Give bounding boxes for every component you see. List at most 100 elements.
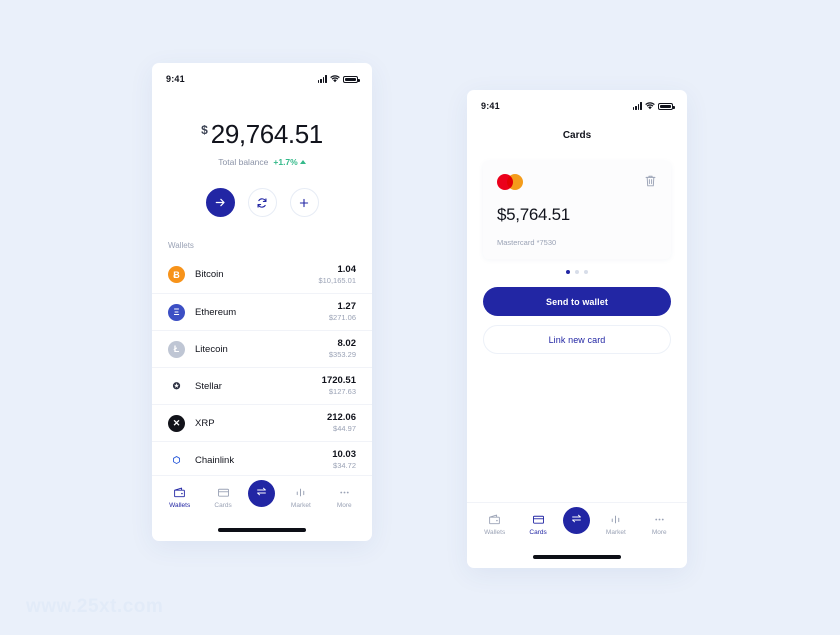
wallet-values: 212.06 $44.97 [327, 412, 356, 434]
wallet-name: XRP [195, 417, 215, 429]
wifi-icon [645, 102, 655, 110]
tab-wallets[interactable]: Wallets [477, 513, 513, 536]
wallet-usd-value: $271.06 [328, 313, 356, 323]
wallet-icon [173, 486, 186, 499]
wallet-values: 1.04 $10,165.01 [318, 264, 356, 286]
home-indicator [152, 519, 372, 541]
tab-label: Market [605, 529, 626, 536]
status-bar: 9:41 [467, 90, 687, 116]
tab-label: More [336, 502, 352, 509]
tab-more[interactable]: More [326, 486, 362, 509]
stellar-icon: ✪ [168, 377, 185, 395]
credit-card-header [497, 174, 657, 193]
credit-card[interactable]: $5,764.51 Mastercard *7530 [483, 161, 671, 259]
quick-actions [152, 188, 372, 217]
tab-label: Wallets [169, 502, 191, 509]
status-icons [632, 102, 675, 110]
wallet-name: Chainlink [195, 454, 235, 466]
signal-bars-icon [317, 75, 327, 83]
phone-cards-screen: 9:41 Cards $5,764.51 Mastercard *7530 Se… [467, 90, 687, 568]
wallet-name: Litecoin [195, 343, 228, 355]
swap-arrows-icon [255, 485, 268, 503]
wallets-list-label: Wallets [168, 241, 194, 250]
bottom-tab-bar[interactable]: Wallets Cards Market More [152, 475, 372, 519]
wallet-row[interactable]: Ƀ Bitcoin 1.04 $10,165.01 [152, 256, 372, 293]
tab-wallets[interactable]: Wallets [162, 486, 198, 509]
wallet-row[interactable]: Ξ Ethereum 1.27 $271.06 [152, 293, 372, 330]
xrp-icon: ✕ [168, 414, 185, 432]
wallet-name: Bitcoin [195, 269, 224, 280]
wallet-name: Ethereum [195, 306, 237, 318]
wallet-quantity: 1.04 [337, 263, 357, 275]
ethereum-icon: Ξ [168, 303, 185, 321]
ellipsis-icon [338, 486, 351, 499]
trash-icon [645, 175, 656, 187]
send-button[interactable] [205, 188, 235, 217]
card-label: Mastercard *7530 [497, 238, 557, 247]
wallet-name: Stellar [195, 380, 222, 392]
tab-cards[interactable]: Cards [205, 486, 241, 509]
mastercard-icon [497, 174, 523, 190]
card-actions: Send to wallet Link new card [467, 274, 687, 354]
balance-row: $ 29,764.51 [152, 119, 372, 150]
balance-change-value: +1.7% [273, 157, 298, 167]
tab-label: More [651, 529, 667, 536]
balance-caption: Total balance [218, 157, 269, 167]
currency-symbol: $ [201, 123, 208, 137]
swap-button[interactable] [247, 188, 277, 217]
chainlink-icon: ⬡ [168, 451, 185, 469]
status-time: 9:41 [166, 74, 185, 84]
wallet-quantity: 1.27 [337, 301, 357, 313]
swap-fab[interactable] [563, 507, 591, 534]
wallet-values: 8.02 $353.29 [329, 338, 356, 360]
swap-fab[interactable] [248, 480, 276, 507]
balance-change: +1.7% [273, 157, 306, 167]
wallet-usd-value: $10,165.01 [318, 275, 356, 285]
phone-wallets-screen: 9:41 $ 29,764.51 Total balance +1.7% Wal… [152, 63, 372, 541]
wallet-row[interactable]: ✕ XRP 212.06 $44.97 [152, 404, 372, 441]
swap-arrows-icon [570, 512, 583, 530]
bottom-tab-bar[interactable]: Wallets Cards Market More [467, 502, 687, 546]
page-title: Cards [562, 130, 592, 141]
chart-bars-icon [294, 486, 307, 499]
tab-market[interactable]: Market [598, 513, 634, 536]
wallet-row[interactable]: Ł Litecoin 8.02 $353.29 [152, 330, 372, 367]
battery-icon [658, 102, 675, 110]
wallet-values: 10.03 $34.72 [332, 449, 356, 471]
wallet-quantity: 1720.51 [321, 375, 356, 387]
tab-label: Cards [214, 502, 232, 509]
litecoin-icon: Ł [168, 340, 185, 358]
wallet-usd-value: $44.97 [333, 424, 356, 434]
tab-more[interactable]: More [641, 513, 677, 536]
wallet-values: 1.27 $271.06 [329, 301, 356, 323]
tab-market[interactable]: Market [283, 486, 319, 509]
wallet-row[interactable]: ✪ Stellar 1720.51 $127.63 [152, 367, 372, 404]
link-new-card-button[interactable]: Link new card [483, 325, 671, 354]
watermark: www.25xt.com [26, 596, 164, 617]
send-to-wallet-button[interactable]: Send to wallet [483, 287, 671, 316]
wallet-quantity: 8.02 [337, 338, 357, 350]
home-indicator [467, 546, 687, 568]
status-bar: 9:41 [152, 63, 372, 89]
card-carousel[interactable]: $5,764.51 Mastercard *7530 [467, 141, 687, 259]
delete-card-button[interactable] [644, 174, 657, 193]
tab-label: Cards [529, 529, 547, 536]
refresh-icon [257, 197, 267, 208]
signal-bars-icon [632, 102, 642, 110]
wifi-icon [330, 75, 340, 83]
balance-section: $ 29,764.51 Total balance +1.7% [152, 89, 372, 167]
add-button[interactable] [289, 188, 319, 217]
tab-label: Market [290, 502, 311, 509]
card-icon [217, 486, 230, 499]
tab-cards[interactable]: Cards [520, 513, 556, 536]
chart-bars-icon [609, 513, 622, 526]
tab-label: Wallets [484, 529, 506, 536]
canvas: www.25xt.com 9:41 $ 29,764.51 Total bala… [0, 0, 840, 635]
wallet-row[interactable]: ⬡ Chainlink 10.03 $34.72 [152, 441, 372, 475]
card-balance: $5,764.51 [497, 205, 570, 224]
bitcoin-icon: Ƀ [168, 266, 185, 283]
ellipsis-icon [653, 513, 666, 526]
wallets-list[interactable]: Ƀ Bitcoin 1.04 $10,165.01 Ξ Ethereum 1.27 $271.… [152, 256, 372, 475]
wallet-usd-value: $34.72 [333, 461, 356, 471]
